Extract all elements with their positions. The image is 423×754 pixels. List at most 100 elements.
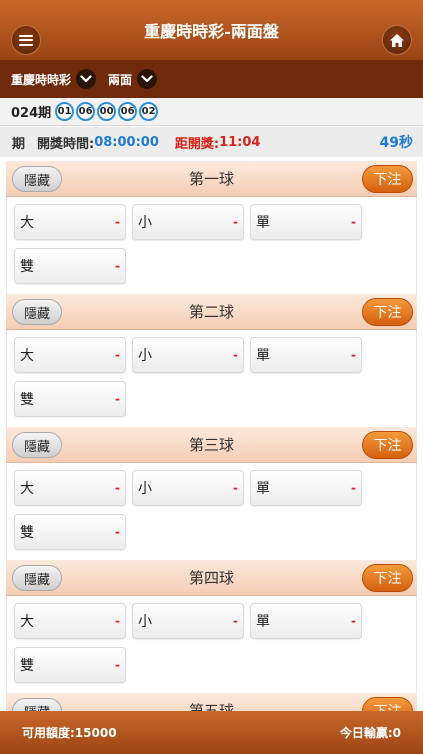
bet-options-grid: 大- 小- 單- 雙-: [6, 197, 417, 294]
option-odds: -: [115, 614, 120, 628]
countdown-value: 11:04: [219, 134, 261, 150]
bet-option-even[interactable]: 雙-: [14, 647, 126, 683]
result-ball: 06: [118, 102, 138, 121]
page-title: 重慶時時彩-兩面盤: [144, 22, 279, 41]
bet-option-small[interactable]: 小-: [132, 603, 244, 639]
section-header: 隱藏 第二球 下注: [6, 294, 417, 330]
game-selector-bar: 重慶時時彩 兩面: [0, 60, 423, 98]
bet-option-odd[interactable]: 單-: [250, 337, 362, 373]
timer-row: 期 開獎時間: 08:00:00 距開獎: 11:04 49秒: [0, 127, 423, 157]
bet-option-big[interactable]: 大-: [14, 470, 126, 506]
section-header: 隱藏 第三球 下注: [6, 427, 417, 463]
option-name: 小: [138, 348, 152, 364]
open-time-value: 08:00:00: [94, 134, 159, 150]
top-bar: 重慶時時彩-兩面盤: [0, 0, 423, 60]
option-odds: -: [115, 259, 120, 273]
option-odds: -: [115, 658, 120, 672]
available-credit: 可用額度:15000: [22, 726, 117, 740]
last-draw-result: 024期 01 06 00 06 02: [0, 98, 423, 126]
section-title: 第五球: [188, 702, 234, 711]
play-type-selector[interactable]: 兩面: [108, 69, 158, 89]
result-ball: 02: [139, 102, 159, 121]
option-name: 單: [256, 348, 270, 364]
option-name: 大: [20, 348, 34, 364]
home-button[interactable]: [382, 25, 412, 55]
result-ball: 06: [76, 102, 96, 121]
hide-button[interactable]: 隱藏: [12, 166, 62, 192]
bet-button[interactable]: 下注: [362, 165, 413, 193]
option-odds: -: [351, 614, 356, 628]
period-label: 期: [12, 136, 26, 152]
option-name: 大: [20, 215, 34, 231]
option-odds: -: [351, 481, 356, 495]
bet-option-odd[interactable]: 單-: [250, 603, 362, 639]
seconds-remaining: 49秒: [379, 135, 413, 151]
bet-option-odd[interactable]: 單-: [250, 204, 362, 240]
bet-option-even[interactable]: 雙-: [14, 381, 126, 417]
section-header: 隱藏 第四球 下注: [6, 560, 417, 596]
section-header: 隱藏 第五球 下注: [6, 693, 417, 711]
play-type-selector-label: 兩面: [108, 72, 133, 87]
bet-option-big[interactable]: 大-: [14, 204, 126, 240]
bet-option-big[interactable]: 大-: [14, 337, 126, 373]
option-name: 雙: [20, 392, 34, 408]
option-odds: -: [233, 348, 238, 362]
bet-button[interactable]: 下注: [362, 431, 413, 459]
bet-options-grid: 大- 小- 單- 雙-: [6, 596, 417, 693]
option-name: 單: [256, 614, 270, 630]
bet-option-even[interactable]: 雙-: [14, 514, 126, 550]
option-odds: -: [115, 348, 120, 362]
option-name: 單: [256, 481, 270, 497]
hide-button[interactable]: 隱藏: [12, 432, 62, 458]
section-title: 第三球: [188, 436, 234, 454]
menu-button[interactable]: [11, 25, 41, 55]
lottery-selector[interactable]: 重慶時時彩: [11, 69, 97, 89]
option-odds: -: [115, 481, 120, 495]
bet-options-grid: 大- 小- 單- 雙-: [6, 463, 417, 560]
section-title: 第二球: [188, 303, 234, 321]
bet-sections: 隱藏 第一球 下注 大- 小- 單- 雙- 隱藏 第二球 下注 大- 小- 單-…: [0, 157, 423, 711]
bet-option-small[interactable]: 小-: [132, 470, 244, 506]
section-header: 隱藏 第一球 下注: [6, 161, 417, 197]
hamburger-icon: [19, 34, 33, 46]
option-name: 雙: [20, 525, 34, 541]
countdown-label: 距開獎:: [174, 136, 220, 152]
option-name: 雙: [20, 259, 34, 275]
hide-button[interactable]: 隱藏: [12, 299, 62, 325]
hide-button[interactable]: 隱藏: [12, 565, 62, 591]
result-ball: 01: [55, 102, 75, 121]
bet-option-big[interactable]: 大-: [14, 603, 126, 639]
open-time-label: 開獎時間:: [37, 136, 95, 152]
bet-button[interactable]: 下注: [362, 298, 413, 326]
option-odds: -: [351, 215, 356, 229]
option-name: 大: [20, 481, 34, 497]
draw-period: 024期: [11, 106, 52, 121]
bet-option-small[interactable]: 小-: [132, 337, 244, 373]
lottery-selector-label: 重慶時時彩: [11, 72, 72, 87]
chevron-down-icon: [76, 69, 97, 89]
option-odds: -: [115, 525, 120, 539]
bet-option-even[interactable]: 雙-: [14, 248, 126, 284]
bet-button[interactable]: 下注: [362, 697, 413, 711]
bet-option-small[interactable]: 小-: [132, 204, 244, 240]
section-title: 第一球: [188, 170, 234, 188]
bet-button[interactable]: 下注: [362, 564, 413, 592]
hide-button[interactable]: 隱藏: [12, 698, 62, 711]
option-name: 單: [256, 215, 270, 231]
bet-options-grid: 大- 小- 單- 雙-: [6, 330, 417, 427]
option-name: 小: [138, 481, 152, 497]
chevron-down-icon: [137, 69, 158, 89]
option-name: 小: [138, 614, 152, 630]
option-name: 雙: [20, 658, 34, 674]
option-name: 大: [20, 614, 34, 630]
today-profit: 今日輸贏:0: [339, 726, 401, 740]
bet-option-odd[interactable]: 單-: [250, 470, 362, 506]
option-odds: -: [351, 348, 356, 362]
option-odds: -: [115, 392, 120, 406]
option-odds: -: [115, 215, 120, 229]
option-odds: -: [233, 481, 238, 495]
option-odds: -: [233, 215, 238, 229]
result-ball: 00: [97, 102, 117, 121]
option-odds: -: [233, 614, 238, 628]
home-icon: [390, 33, 404, 47]
